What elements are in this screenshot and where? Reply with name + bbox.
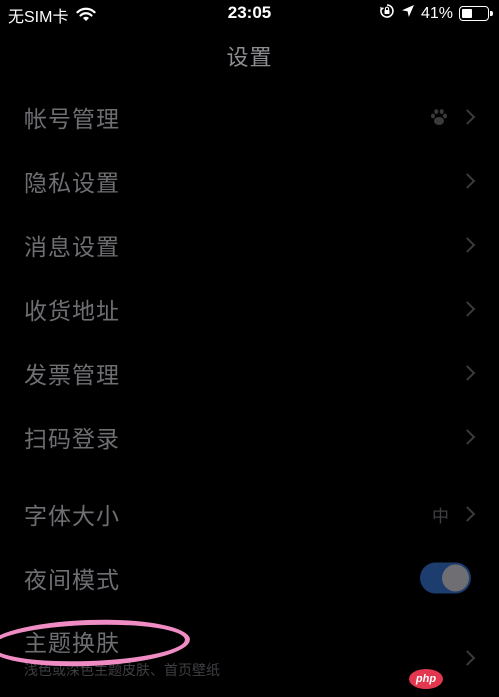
night-mode-row: 夜间模式 <box>0 546 499 610</box>
row-label: 扫码登录 <box>24 427 120 453</box>
baidu-paw-icon <box>429 107 449 127</box>
shipping-address-row[interactable]: 收货地址 <box>0 277 499 341</box>
status-right: 41% <box>373 3 493 24</box>
watermark-badge: php <box>409 669 443 689</box>
account-management-row[interactable]: 帐号管理 <box>0 85 499 149</box>
chevron-right-icon <box>459 365 476 381</box>
row-label: 帐号管理 <box>24 107 120 133</box>
font-size-value: 中 <box>432 506 449 527</box>
row-label: 夜间模式 <box>24 568 120 594</box>
privacy-settings-row[interactable]: 隐私设置 <box>0 149 499 213</box>
location-arrow-icon <box>401 4 415 23</box>
chevron-right-icon <box>459 301 476 317</box>
battery-nub <box>490 11 493 16</box>
message-settings-row[interactable]: 消息设置 <box>0 213 499 277</box>
invoice-management-row[interactable]: 发票管理 <box>0 341 499 405</box>
status-bar: 无SIM卡 23:05 41% <box>0 0 499 26</box>
row-label: 隐私设置 <box>24 171 120 197</box>
toggle-knob <box>442 564 469 592</box>
chevron-right-icon <box>459 237 476 253</box>
font-size-row[interactable]: 字体大小 中 <box>0 482 499 546</box>
row-label: 发票管理 <box>24 363 120 389</box>
orientation-lock-icon <box>379 3 395 24</box>
chevron-right-icon <box>459 429 476 445</box>
row-label: 字体大小 <box>24 504 120 530</box>
row-label: 消息设置 <box>24 235 120 261</box>
battery-icon <box>459 6 493 21</box>
row-label: 收货地址 <box>24 299 120 325</box>
night-mode-toggle[interactable] <box>420 562 471 594</box>
page-title: 设置 <box>226 46 273 71</box>
chevron-right-icon <box>459 109 476 125</box>
battery-fill <box>462 9 472 18</box>
battery-percent: 41% <box>420 4 453 22</box>
chevron-right-icon <box>459 650 476 666</box>
settings-group-account: 帐号管理 隐私设置 消息设置 收货地址 发票管理 扫码登录 <box>0 85 499 469</box>
settings-screen: 无SIM卡 23:05 41% 设置 帐号管理 隐私设置 消息设置 收货地址 发… <box>0 0 499 697</box>
chevron-right-icon <box>459 506 476 522</box>
scan-login-row[interactable]: 扫码登录 <box>0 405 499 469</box>
chevron-right-icon <box>459 173 476 189</box>
